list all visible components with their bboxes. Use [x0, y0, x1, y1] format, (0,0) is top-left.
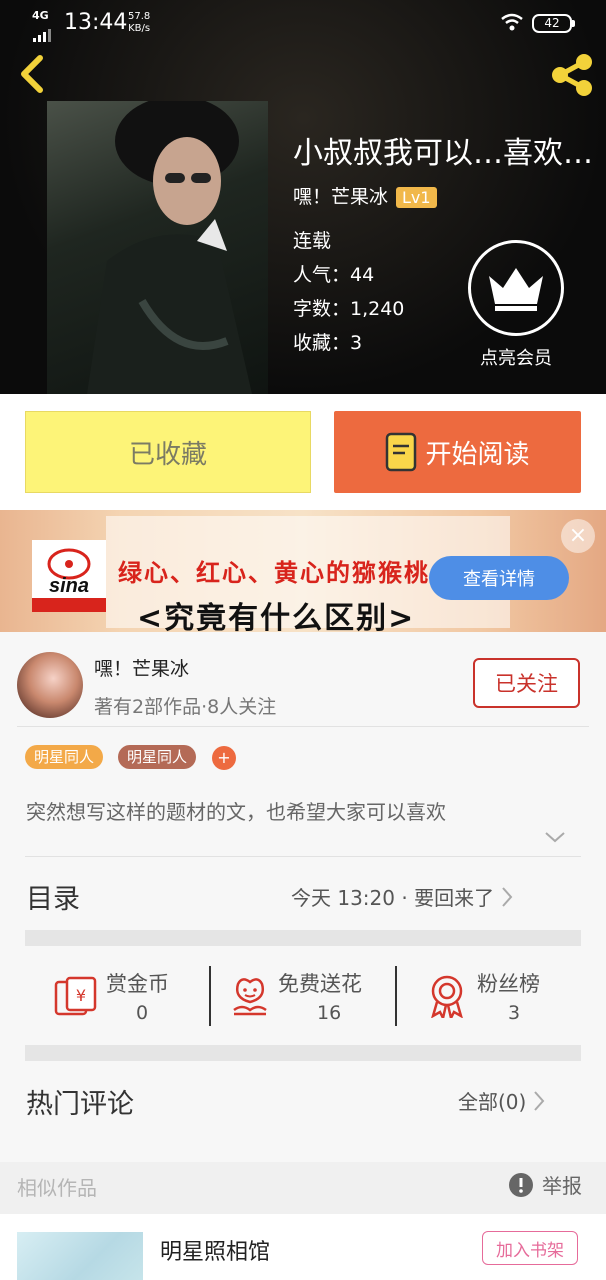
divider: [209, 966, 211, 1026]
book-header: 4G 13:44 57.8 KB/s 42 小叔叔我可以…喜欢… 嘿！芒果冰 L…: [0, 0, 606, 394]
fan-ranking-button[interactable]: 粉丝榜 3: [427, 964, 557, 1026]
author-avatar[interactable]: [17, 652, 83, 718]
share-icon[interactable]: [548, 52, 596, 98]
start-reading-button[interactable]: 开始阅读: [334, 411, 581, 493]
ad-headline: 绿心、红心、黄心的猕猴桃: [118, 559, 430, 587]
book-icon: [386, 432, 417, 472]
network-speed: 57.8 KB/s: [128, 11, 151, 34]
svg-text:¥: ¥: [76, 986, 86, 1005]
wifi-icon: [501, 13, 523, 31]
follow-button[interactable]: 已关注: [473, 658, 580, 708]
action-bar: 已收藏 开始阅读: [0, 394, 606, 510]
similar-book-title: 明星照相馆: [160, 1240, 271, 1265]
ad-detail-button[interactable]: 查看详情: [429, 556, 569, 600]
back-arrow-icon[interactable]: [14, 54, 50, 94]
divider: [395, 966, 397, 1026]
chevron-right-icon: [502, 886, 513, 907]
tag-chip[interactable]: 明星同人: [118, 745, 197, 769]
free-flower-button[interactable]: 免费送花 16: [230, 964, 390, 1026]
author-info: 著有2部作品·8人关注: [94, 696, 277, 718]
book-detail-section: 嘿！芒果冰 著有2部作品·8人关注 已关注 明星同人 明星同人 + 突然想写这样…: [0, 632, 606, 1162]
list-item[interactable]: 明星照相馆 加入书架: [0, 1214, 606, 1280]
collected-button[interactable]: 已收藏: [25, 411, 311, 493]
book-collections: 收藏：3: [293, 332, 363, 354]
book-title: 小叔叔我可以…喜欢…: [293, 136, 593, 171]
book-status: 连载: [293, 230, 332, 252]
divider: [25, 856, 581, 857]
chevron-right-icon: [534, 1090, 545, 1111]
book-description: 突然想写这样的题材的文，也希望大家可以喜欢: [26, 800, 446, 824]
status-bar: 4G 13:44 57.8 KB/s 42: [0, 8, 606, 42]
start-reading-label: 开始阅读: [425, 439, 530, 470]
ad-subheadline: <究竟有什么区别>: [137, 601, 416, 636]
catalog-latest[interactable]: 今天 13:20 · 要回来了: [291, 882, 514, 911]
similar-book-cover: [17, 1232, 143, 1280]
section-separator: [25, 930, 581, 946]
battery-indicator: 42: [532, 14, 575, 33]
medal-icon: [431, 975, 463, 1018]
report-button[interactable]: 举报: [508, 1170, 582, 1199]
tag-chip[interactable]: 明星同人: [25, 745, 104, 769]
catalog-title[interactable]: 目录: [26, 877, 80, 916]
divider: [17, 726, 589, 727]
book-word-count: 字数：1,240: [293, 298, 405, 320]
reward-coins-button[interactable]: ¥ 赏金币 0: [53, 964, 203, 1026]
svg-text:sina: sina: [49, 575, 89, 597]
hot-comments-title: 热门评论: [26, 1089, 134, 1120]
level-badge: Lv1: [396, 187, 437, 208]
book-author[interactable]: 嘿！芒果冰 Lv1: [293, 182, 437, 209]
clock: 13:44: [64, 10, 128, 35]
book-popularity: 人气：44: [293, 264, 375, 286]
ad-close-icon[interactable]: ×: [561, 519, 595, 553]
crown-icon: [468, 240, 564, 336]
add-to-shelf-button[interactable]: 加入书架: [482, 1231, 578, 1265]
flower-icon: [233, 978, 267, 1016]
chevron-down-icon[interactable]: [544, 830, 566, 844]
vip-button[interactable]: 点亮会员: [468, 240, 564, 370]
vip-label: 点亮会员: [480, 348, 552, 369]
signal-icon: [33, 23, 53, 42]
sina-logo: sina: [32, 540, 106, 612]
all-comments-link[interactable]: 全部(0): [458, 1086, 546, 1115]
book-cover-image: [47, 101, 268, 394]
similar-works-header: 相似作品 举报: [0, 1162, 606, 1214]
author-name[interactable]: 嘿！芒果冰: [94, 654, 189, 681]
network-type: 4G: [32, 9, 49, 22]
similar-works-title: 相似作品: [17, 1176, 97, 1200]
alert-icon: [509, 1172, 533, 1197]
section-separator: [25, 1045, 581, 1061]
add-tag-button[interactable]: +: [212, 746, 236, 770]
red-envelope-icon: ¥: [54, 976, 97, 1016]
